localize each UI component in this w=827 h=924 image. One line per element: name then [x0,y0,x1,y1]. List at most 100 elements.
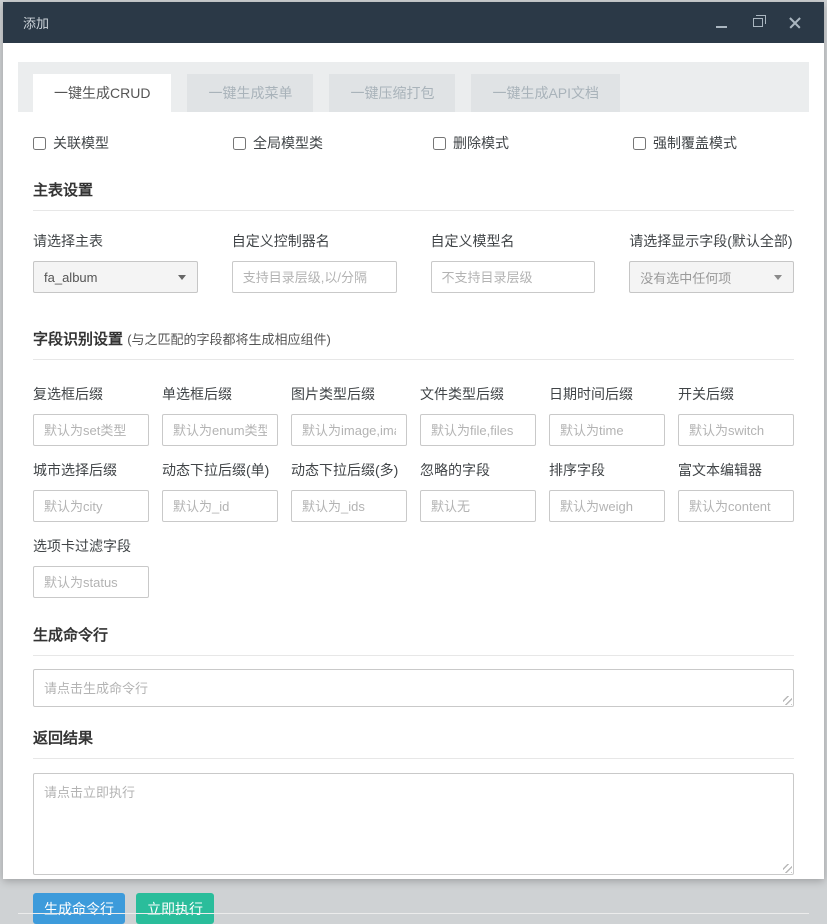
result-textarea[interactable] [33,773,794,875]
field-controller-name: 自定义控制器名 [231,231,397,293]
tab-generate-api-doc[interactable]: 一键生成API文档 [471,74,621,112]
selectpage-multi-input[interactable] [291,490,407,522]
option-checkbox-row: 关联模型 全局模型类 删除模式 强制覆盖模式 [33,133,794,153]
maximize-icon [753,15,766,27]
field-label: 富文本编辑器 [678,462,762,478]
recognition-title-text: 字段识别设置 [33,331,124,348]
minimize-icon [715,25,727,28]
footer-divider [18,913,809,914]
tab-filter-input[interactable] [33,566,149,598]
generate-command-button[interactable]: 生成命令行 [33,893,125,924]
display-fields-select[interactable]: 没有选中任何项 [629,261,794,293]
global-model-checkbox[interactable] [233,136,246,150]
sort-field-input[interactable] [549,490,665,522]
field-label: 选项卡过滤字段 [33,538,131,554]
minimize-button[interactable] [710,12,732,34]
field-radio-suffix: 单选框后缀 [162,384,278,446]
chevron-down-icon [177,275,186,280]
checkbox-label: 强制覆盖模式 [653,135,737,151]
close-button[interactable] [784,12,806,34]
action-button-row: 生成命令行 立即执行 [33,893,794,924]
controller-name-input[interactable] [231,261,397,293]
switch-suffix-input[interactable] [678,414,794,446]
dialog-window: 添加 一键生成CRUD 一键生成菜单 一键压缩打包 一键生成API文档 关联模型… [3,2,824,924]
tab-strip: 一键生成CRUD 一键生成菜单 一键压缩打包 一键生成API文档 [18,62,809,112]
field-checkbox-suffix: 复选框后缀 [33,384,149,446]
field-file-suffix: 文件类型后缀 [420,384,536,446]
chevron-down-icon [774,275,782,280]
checkbox-relation-model[interactable]: 关联模型 [33,133,233,153]
field-tab-filter: 选项卡过滤字段 [33,536,149,598]
field-label: 复选框后缀 [33,386,103,402]
field-ignore-fields: 忽略的字段 [420,460,536,522]
field-main-table: 请选择主表 fa_album [33,231,198,293]
field-display-fields: 请选择显示字段(默认全部) 没有选中任何项 [629,231,794,293]
field-city-suffix: 城市选择后缀 [33,460,149,522]
delete-mode-checkbox[interactable] [433,136,446,150]
field-label: 图片类型后缀 [291,386,375,402]
main-table-label: 请选择主表 [33,233,103,249]
field-selectpage-single-suffix: 动态下拉后缀(单) [162,460,278,522]
main-table-field-row: 请选择主表 fa_album 自定义控制器名 自定义模型名 请选择显示字段(默认… [33,231,794,293]
field-switch-suffix: 开关后缀 [678,384,794,446]
field-label: 文件类型后缀 [420,386,504,402]
command-textarea-wrap [33,669,794,707]
field-label: 排序字段 [549,462,605,478]
model-name-input[interactable] [430,261,596,293]
checkbox-suffix-input[interactable] [33,414,149,446]
checkbox-label: 全局模型类 [253,135,323,151]
dialog-body: 一键生成CRUD 一键生成菜单 一键压缩打包 一键生成API文档 关联模型 全局… [3,43,824,924]
display-fields-select-value: 没有选中任何项 [640,270,732,286]
window-controls [710,12,806,34]
field-model-name: 自定义模型名 [430,231,596,293]
field-label: 动态下拉后缀(多) [291,462,399,478]
tab-compress-package[interactable]: 一键压缩打包 [329,74,456,112]
field-image-suffix: 图片类型后缀 [291,384,407,446]
field-label: 日期时间后缀 [549,386,633,402]
command-textarea[interactable] [33,669,794,707]
city-suffix-input[interactable] [33,490,149,522]
field-label: 开关后缀 [678,386,734,402]
section-main-table-title: 主表设置 [33,179,794,211]
form-area: 关联模型 全局模型类 删除模式 强制覆盖模式 主表设置 请选择主表 fa_alb… [18,133,809,924]
main-table-select-value: fa_album [44,269,98,285]
field-selectpage-multi-suffix: 动态下拉后缀(多) [291,460,407,522]
field-label: 单选框后缀 [162,386,232,402]
checkbox-label: 删除模式 [453,135,509,151]
recognition-subtitle: (与之匹配的字段都将生成相应组件) [127,332,331,347]
checkbox-force-overwrite[interactable]: 强制覆盖模式 [633,133,794,153]
field-label: 忽略的字段 [420,462,490,478]
checkbox-delete-mode[interactable]: 删除模式 [433,133,633,153]
section-result-title: 返回结果 [33,727,794,759]
tab-generate-crud[interactable]: 一键生成CRUD [33,74,172,112]
section-command-title: 生成命令行 [33,624,794,656]
image-suffix-input[interactable] [291,414,407,446]
field-label: 城市选择后缀 [33,462,117,478]
display-fields-label: 请选择显示字段(默认全部) [629,233,793,249]
window-title: 添加 [23,16,50,31]
titlebar: 添加 [3,2,824,43]
section-recognition-title: 字段识别设置 (与之匹配的字段都将生成相应组件) [33,328,794,360]
file-suffix-input[interactable] [420,414,536,446]
controller-name-label: 自定义控制器名 [231,233,330,249]
ignore-fields-input[interactable] [420,490,536,522]
radio-suffix-input[interactable] [162,414,278,446]
selectpage-single-input[interactable] [162,490,278,522]
result-textarea-wrap [33,773,794,875]
checkbox-global-model[interactable]: 全局模型类 [233,133,433,153]
close-icon [789,17,801,29]
main-table-select[interactable]: fa_album [33,261,198,293]
force-overwrite-checkbox[interactable] [633,136,646,150]
field-editor: 富文本编辑器 [678,460,794,522]
recognition-field-grid: 复选框后缀 单选框后缀 图片类型后缀 文件类型后缀 日期时间后缀 [33,384,794,598]
maximize-button[interactable] [747,12,769,34]
execute-now-button[interactable]: 立即执行 [136,893,214,924]
field-sort-field: 排序字段 [549,460,665,522]
tab-generate-menu[interactable]: 一键生成菜单 [187,74,314,112]
checkbox-label: 关联模型 [53,135,109,151]
editor-input[interactable] [678,490,794,522]
datetime-suffix-input[interactable] [549,414,665,446]
field-label: 动态下拉后缀(单) [162,462,270,478]
field-datetime-suffix: 日期时间后缀 [549,384,665,446]
relation-model-checkbox[interactable] [33,136,46,150]
